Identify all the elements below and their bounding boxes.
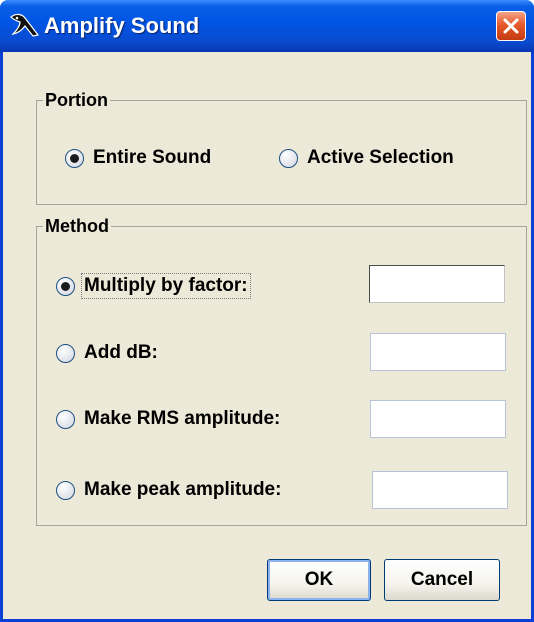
window-title: Amplify Sound <box>44 13 200 38</box>
radio-indicator[interactable] <box>56 480 75 500</box>
make-peak-amplitude-label: Make peak amplitude: <box>84 479 282 500</box>
make-rms-amplitude-label: Make RMS amplitude: <box>84 408 281 429</box>
amplify-sound-dialog: Amplify Sound Portion Entire Sound Activ… <box>0 0 534 622</box>
close-icon <box>503 18 519 34</box>
title-bar[interactable]: Amplify Sound <box>0 0 534 52</box>
make-rms-amplitude-radio[interactable]: Make RMS amplitude: <box>56 404 280 434</box>
multiply-by-factor-label: Multiply by factor: <box>81 273 251 299</box>
add-db-input[interactable] <box>370 333 506 371</box>
make-peak-amplitude-radio[interactable]: Make peak amplitude: <box>56 475 281 505</box>
radio-indicator[interactable] <box>279 148 298 168</box>
radio-indicator[interactable] <box>56 409 75 429</box>
multiply-factor-input[interactable] <box>369 265 505 303</box>
portion-legend: Portion <box>43 88 110 112</box>
method-legend: Method <box>43 214 111 238</box>
add-db-label: Add dB: <box>84 342 158 363</box>
bird-icon <box>8 9 42 43</box>
radio-indicator[interactable] <box>56 343 75 363</box>
radio-indicator[interactable] <box>65 148 84 168</box>
add-db-radio[interactable]: Add dB: <box>56 338 158 368</box>
close-button[interactable] <box>496 11 526 41</box>
entire-sound-label: Entire Sound <box>93 147 212 168</box>
ok-button[interactable]: OK <box>267 559 371 601</box>
rms-amplitude-input[interactable] <box>370 400 506 438</box>
entire-sound-radio[interactable]: Entire Sound <box>65 143 211 173</box>
peak-amplitude-input[interactable] <box>372 471 508 509</box>
multiply-by-factor-radio[interactable]: Multiply by factor: <box>56 271 251 301</box>
radio-indicator[interactable] <box>56 276 75 296</box>
cancel-button[interactable]: Cancel <box>384 559 500 601</box>
active-selection-radio[interactable]: Active Selection <box>279 143 454 173</box>
active-selection-label: Active Selection <box>307 147 454 168</box>
